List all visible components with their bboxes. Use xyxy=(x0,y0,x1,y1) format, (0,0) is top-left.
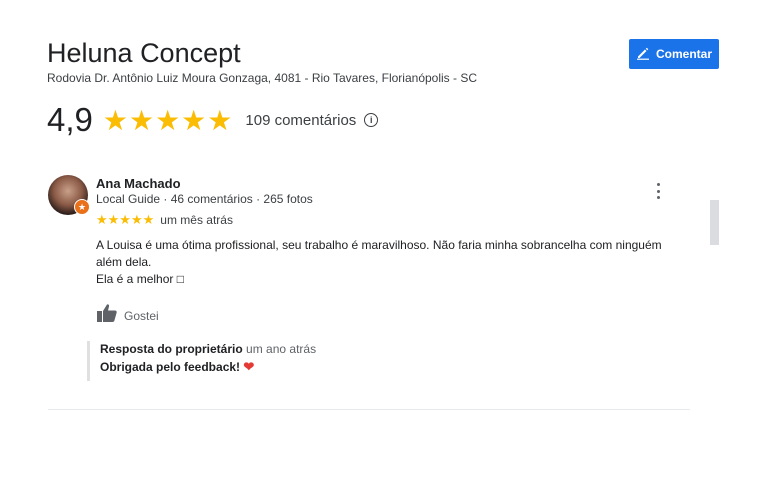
pencil-icon xyxy=(636,46,650,63)
owner-reply: Resposta do proprietário um ano atrás Ob… xyxy=(87,341,316,381)
review-text-body-2: Ela é a melhor □ xyxy=(96,272,184,286)
review-text-body: A Louisa é uma ótima profissional, seu t… xyxy=(96,238,662,269)
review-time: um mês atrás xyxy=(160,213,233,227)
rating-summary: 4,9 ★★★★★ 109 comentários i xyxy=(47,100,379,140)
review-stars: ★★★★★ xyxy=(96,212,155,227)
more-vert-icon[interactable] xyxy=(655,183,661,199)
info-icon[interactable]: i xyxy=(364,113,379,127)
comment-button-label: Comentar xyxy=(655,47,712,61)
like-label: Gostei xyxy=(124,308,159,323)
owner-reply-text: Obrigada pelo feedback! xyxy=(100,360,241,374)
review-text: A Louisa é uma ótima profissional, seu t… xyxy=(96,237,676,288)
like-button[interactable]: Gostei xyxy=(96,303,159,328)
reviewer-name[interactable]: Ana Machado xyxy=(96,176,181,191)
rating-stars: ★★★★★ xyxy=(102,104,234,136)
business-address: Rodovia Dr. Antônio Luiz Moura Gonzaga, … xyxy=(47,71,478,85)
review-count-link[interactable]: 109 comentários xyxy=(245,112,356,129)
rating-value: 4,9 xyxy=(47,101,93,138)
owner-reply-time: um ano atrás xyxy=(246,342,317,356)
heart-icon: ❤ xyxy=(243,359,255,374)
divider xyxy=(48,409,690,410)
scrollbar[interactable] xyxy=(710,200,719,245)
owner-reply-title: Resposta do proprietário xyxy=(100,342,243,356)
review-rating-row: ★★★★★ um mês atrás xyxy=(96,212,233,228)
comment-button[interactable]: Comentar xyxy=(629,39,719,69)
local-guide-badge-icon: ★ xyxy=(74,199,90,215)
thumbs-up-icon xyxy=(96,303,118,328)
reviewer-meta[interactable]: Local Guide · 46 comentários · 265 fotos xyxy=(96,192,313,206)
business-name: Heluna Concept xyxy=(47,38,241,68)
